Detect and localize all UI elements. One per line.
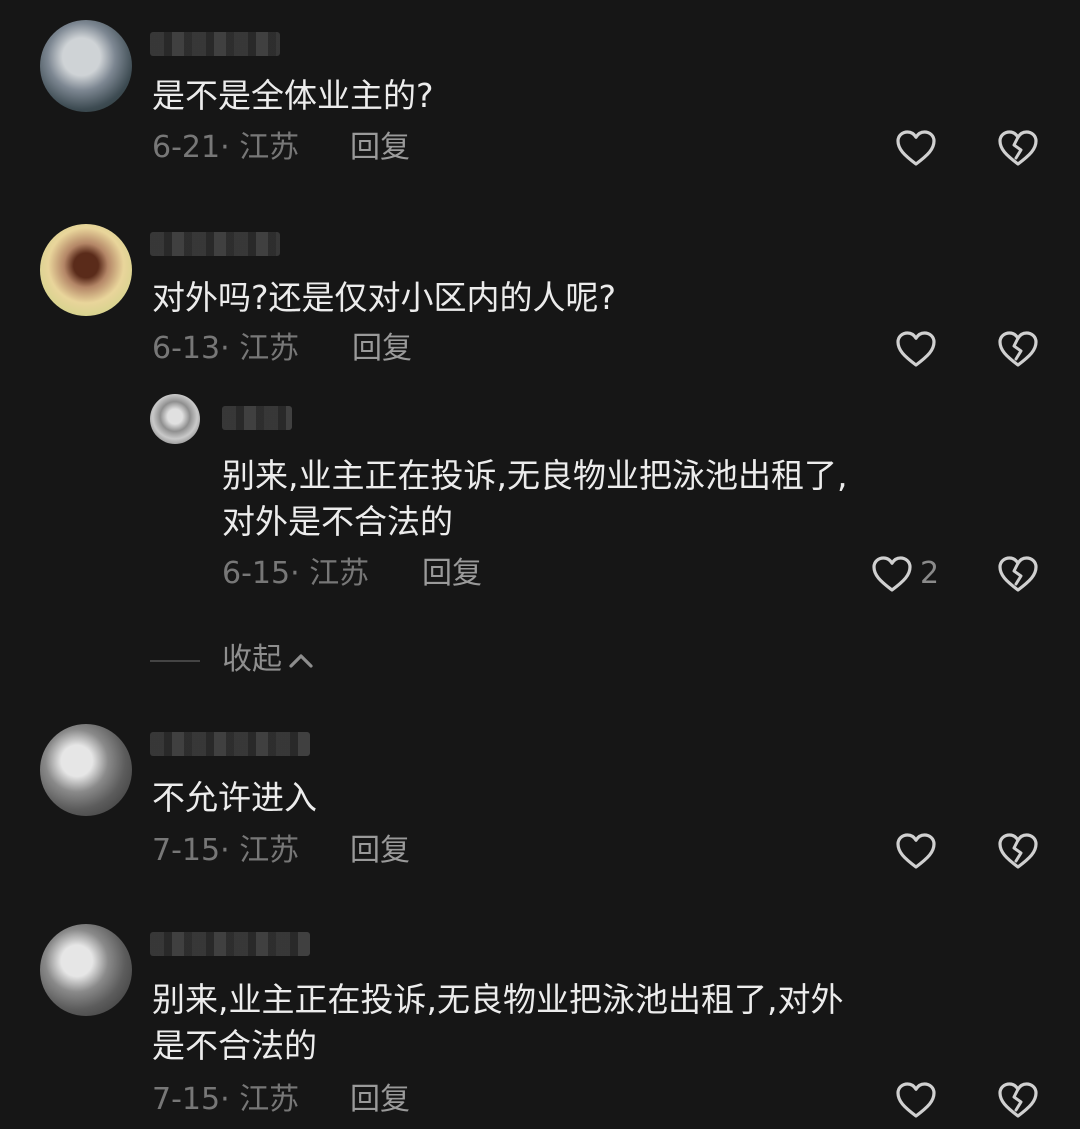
comment-text-line: 别来,业主正在投诉,无良物业把泳池出租了,对外: [152, 980, 844, 1019]
dislike-button[interactable]: [996, 554, 1040, 594]
like-button[interactable]: [870, 554, 914, 594]
heart-outline-icon: [870, 554, 914, 594]
username-blurred[interactable]: [150, 232, 280, 256]
comment-date: 7-15: [152, 1082, 221, 1117]
reply-button[interactable]: 回复: [350, 128, 410, 168]
heart-outline-icon: [894, 1080, 938, 1120]
username-blurred[interactable]: [150, 732, 310, 756]
comment-meta: 7-15· 江苏: [152, 831, 299, 871]
avatar[interactable]: [40, 724, 132, 816]
heart-outline-icon: [894, 831, 938, 871]
like-button[interactable]: [894, 128, 938, 168]
comment-text: 不允许进入: [152, 778, 317, 817]
avatar[interactable]: [40, 224, 132, 316]
like-button[interactable]: [894, 329, 938, 369]
reply-meta: 6-15· 江苏: [222, 554, 369, 594]
dislike-button[interactable]: [996, 329, 1040, 369]
comment-meta: 7-15· 江苏: [152, 1080, 299, 1120]
comment-date: 6-13: [152, 331, 221, 366]
reply-text-line: 对外是不合法的: [222, 502, 453, 541]
meta-separator: ·: [220, 331, 230, 366]
comment-meta: 6-13· 江苏: [152, 329, 299, 369]
avatar[interactable]: [40, 924, 132, 1016]
broken-heart-icon: [996, 329, 1040, 369]
reply-button[interactable]: 回复: [350, 831, 410, 871]
avatar[interactable]: [150, 394, 200, 444]
meta-separator: ·: [220, 130, 230, 165]
avatar[interactable]: [40, 20, 132, 112]
like-button[interactable]: [894, 831, 938, 871]
broken-heart-icon: [996, 554, 1040, 594]
comment-item: 对外吗?还是仅对小区内的人呢? 6-13· 江苏 回复 别来,业主正在投诉,无良…: [0, 200, 1080, 700]
reply-button[interactable]: 回复: [352, 329, 412, 369]
comment-item: 别来,业主正在投诉,无良物业把泳池出租了,对外 是不合法的 7-15· 江苏 回…: [0, 900, 1080, 1129]
reply-text-line: 别来,业主正在投诉,无良物业把泳池出租了,: [222, 456, 848, 495]
meta-separator: ·: [290, 556, 300, 591]
comment-date: 7-15: [152, 833, 221, 868]
dislike-button[interactable]: [996, 1080, 1040, 1120]
chevron-up-icon: [289, 653, 313, 668]
meta-separator: ·: [220, 1082, 230, 1117]
comment-location: 江苏: [239, 1082, 300, 1117]
comment-meta: 6-21· 江苏: [152, 128, 299, 168]
heart-outline-icon: [894, 128, 938, 168]
heart-outline-icon: [894, 329, 938, 369]
username-blurred[interactable]: [150, 32, 280, 56]
dislike-button[interactable]: [996, 831, 1040, 871]
collapse-replies-row: 收起: [150, 640, 450, 680]
collapse-label: 收起: [222, 642, 282, 677]
comment-location: 江苏: [239, 130, 300, 165]
like-button[interactable]: [894, 1080, 938, 1120]
meta-separator: ·: [220, 833, 230, 868]
collapse-replies-button[interactable]: 收起: [222, 640, 314, 680]
broken-heart-icon: [996, 831, 1040, 871]
reply-item: 别来,业主正在投诉,无良物业把泳池出租了, 对外是不合法的 6-15· 江苏 回…: [0, 390, 1080, 610]
username-blurred[interactable]: [222, 406, 292, 430]
comment-text-line: 是不合法的: [152, 1026, 317, 1065]
comment-text: 对外吗?还是仅对小区内的人呢?: [152, 278, 617, 317]
reply-location: 江苏: [309, 556, 370, 591]
comment-text: 是不是全体业主的?: [152, 76, 434, 115]
comment-item: 不允许进入 7-15· 江苏 回复: [0, 700, 1080, 900]
comment-date: 6-21: [152, 130, 221, 165]
reply-button[interactable]: 回复: [422, 554, 482, 594]
comment-item: 是不是全体业主的? 6-21· 江苏 回复: [0, 0, 1080, 190]
divider: [150, 660, 200, 662]
reply-date: 6-15: [222, 556, 291, 591]
username-blurred[interactable]: [150, 932, 310, 956]
like-count: 2: [920, 556, 940, 591]
broken-heart-icon: [996, 128, 1040, 168]
reply-button[interactable]: 回复: [350, 1080, 410, 1120]
broken-heart-icon: [996, 1080, 1040, 1120]
dislike-button[interactable]: [996, 128, 1040, 168]
comment-location: 江苏: [239, 331, 300, 366]
comment-location: 江苏: [239, 833, 300, 868]
